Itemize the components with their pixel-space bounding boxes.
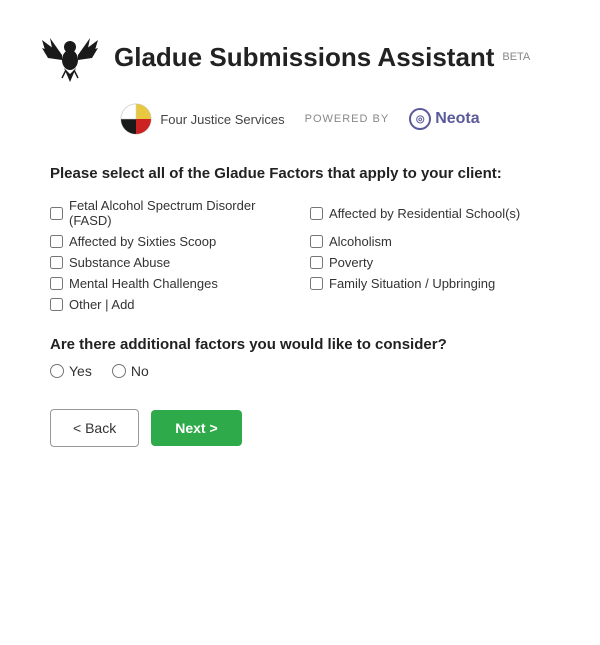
app-title: Gladue Submissions Assistant bbox=[114, 42, 494, 72]
buttons-row: < Back Next > bbox=[50, 409, 550, 447]
back-button[interactable]: < Back bbox=[50, 409, 139, 447]
checkbox-poverty-label: Poverty bbox=[329, 255, 373, 270]
checkbox-family-label: Family Situation / Upbringing bbox=[329, 276, 495, 291]
checkbox-sixties-label: Affected by Sixties Scoop bbox=[69, 234, 216, 249]
checkbox-alcoholism-input[interactable] bbox=[310, 235, 323, 248]
bird-logo bbox=[40, 30, 100, 85]
medicine-wheel-icon bbox=[120, 103, 152, 135]
radio-no[interactable]: No bbox=[112, 363, 149, 379]
powered-by-text: POWERED BY bbox=[305, 113, 390, 125]
checkbox-substance-input[interactable] bbox=[50, 256, 63, 269]
neota-icon: ◎ bbox=[409, 108, 431, 130]
four-justice-logo: Four Justice Services bbox=[120, 103, 284, 135]
checkbox-mental-label: Mental Health Challenges bbox=[69, 276, 218, 291]
checkbox-poverty-input[interactable] bbox=[310, 256, 323, 269]
additional-factors-radio-group: Yes No bbox=[50, 363, 550, 379]
checkbox-alcoholism[interactable]: Alcoholism bbox=[310, 234, 550, 249]
radio-yes-label: Yes bbox=[69, 363, 92, 379]
checkbox-substance-label: Substance Abuse bbox=[69, 255, 170, 270]
powered-by-label: POWERED BY bbox=[305, 113, 390, 125]
radio-yes[interactable]: Yes bbox=[50, 363, 92, 379]
next-button[interactable]: Next > bbox=[151, 410, 241, 446]
checkbox-family[interactable]: Family Situation / Upbringing bbox=[310, 276, 550, 291]
question-gladue-factors: Please select all of the Gladue Factors … bbox=[50, 165, 550, 182]
main-content: Please select all of the Gladue Factors … bbox=[0, 155, 600, 477]
checkbox-fasd-label: Fetal Alcohol Spectrum Disorder (FASD) bbox=[69, 198, 290, 228]
checkbox-fasd-input[interactable] bbox=[50, 207, 63, 220]
radio-yes-input[interactable] bbox=[50, 364, 64, 378]
checkbox-substance[interactable]: Substance Abuse bbox=[50, 255, 290, 270]
checkbox-sixties[interactable]: Affected by Sixties Scoop bbox=[50, 234, 290, 249]
checkbox-other-input[interactable] bbox=[50, 298, 63, 311]
neota-label: Neota bbox=[435, 110, 479, 128]
radio-no-label: No bbox=[131, 363, 149, 379]
app-title-group: Gladue Submissions Assistant BETA bbox=[114, 42, 530, 73]
checkbox-sixties-input[interactable] bbox=[50, 235, 63, 248]
header: Gladue Submissions Assistant BETA bbox=[0, 0, 600, 95]
question-additional: Are there additional factors you would l… bbox=[50, 336, 550, 353]
radio-no-input[interactable] bbox=[112, 364, 126, 378]
beta-badge: BETA bbox=[502, 51, 530, 63]
neota-logo: ◎ Neota bbox=[409, 108, 479, 130]
gladue-factors-grid: Fetal Alcohol Spectrum Disorder (FASD) A… bbox=[50, 198, 550, 312]
subheader: Four Justice Services POWERED BY ◎ Neota bbox=[0, 95, 600, 155]
checkbox-poverty[interactable]: Poverty bbox=[310, 255, 550, 270]
checkbox-alcoholism-label: Alcoholism bbox=[329, 234, 392, 249]
checkbox-fasd[interactable]: Fetal Alcohol Spectrum Disorder (FASD) bbox=[50, 198, 290, 228]
checkbox-residential-label: Affected by Residential School(s) bbox=[329, 206, 520, 221]
four-justice-label: Four Justice Services bbox=[160, 112, 284, 127]
checkbox-other[interactable]: Other | Add bbox=[50, 297, 290, 312]
checkbox-mental-input[interactable] bbox=[50, 277, 63, 290]
checkbox-mental[interactable]: Mental Health Challenges bbox=[50, 276, 290, 291]
checkbox-residential-input[interactable] bbox=[310, 207, 323, 220]
checkbox-other-label: Other | Add bbox=[69, 297, 135, 312]
checkbox-residential[interactable]: Affected by Residential School(s) bbox=[310, 198, 550, 228]
checkbox-family-input[interactable] bbox=[310, 277, 323, 290]
